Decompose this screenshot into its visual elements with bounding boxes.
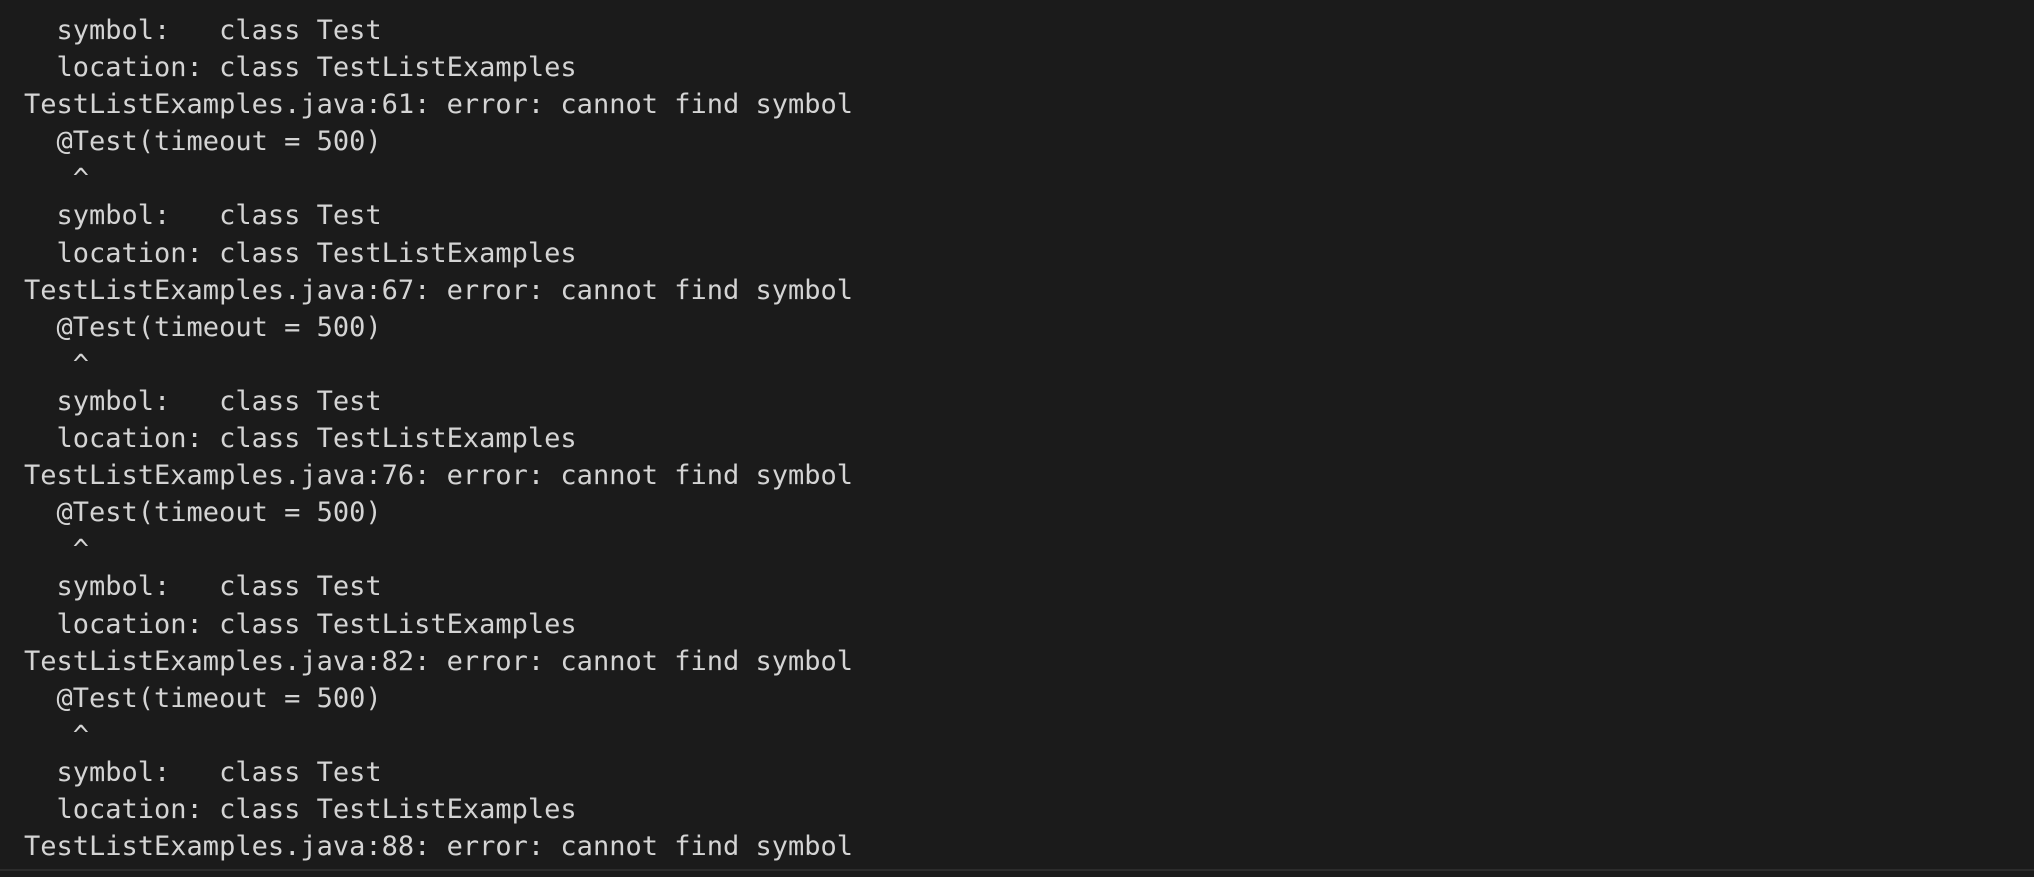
- terminal-output[interactable]: symbol: class Test location: class TestL…: [0, 0, 2034, 869]
- terminal-lines: symbol: class Test location: class TestL…: [24, 12, 853, 865]
- panel-bottom-strip: [0, 871, 2034, 877]
- terminal-line: TestListExamples.java:67: error: cannot …: [24, 274, 854, 306]
- terminal-line: symbol: class Test: [24, 571, 382, 603]
- terminal-line: symbol: class Test: [24, 15, 382, 46]
- terminal-line: TestListExamples.java:61: error: cannot …: [24, 89, 854, 121]
- terminal-line: TestListExamples.java:88: error: cannot …: [24, 831, 854, 863]
- terminal-line: ^: [24, 348, 90, 380]
- terminal-line: symbol: class Test: [24, 385, 382, 417]
- terminal-line: ^: [24, 534, 90, 566]
- terminal-line: @Test(timeout = 500): [24, 682, 382, 714]
- terminal-line: TestListExamples.java:82: error: cannot …: [24, 645, 854, 677]
- terminal-line: ^: [24, 163, 90, 195]
- terminal-line: location: class TestListExamples: [24, 423, 577, 455]
- terminal-line: @Test(timeout = 500): [24, 311, 382, 343]
- terminal-line: location: class TestListExamples: [24, 237, 577, 269]
- terminal-line: @Test(timeout = 500): [24, 126, 382, 158]
- terminal-line: symbol: class Test: [24, 756, 382, 788]
- terminal-line: location: class TestListExamples: [24, 52, 577, 84]
- terminal-line: symbol: class Test: [24, 200, 382, 232]
- terminal-line: ^: [24, 719, 90, 751]
- terminal-line: location: class TestListExamples: [24, 608, 577, 640]
- terminal-line: location: class TestListExamples: [24, 793, 577, 825]
- terminal-line: TestListExamples.java:76: error: cannot …: [24, 460, 854, 492]
- terminal-line: @Test(timeout = 500): [24, 497, 382, 529]
